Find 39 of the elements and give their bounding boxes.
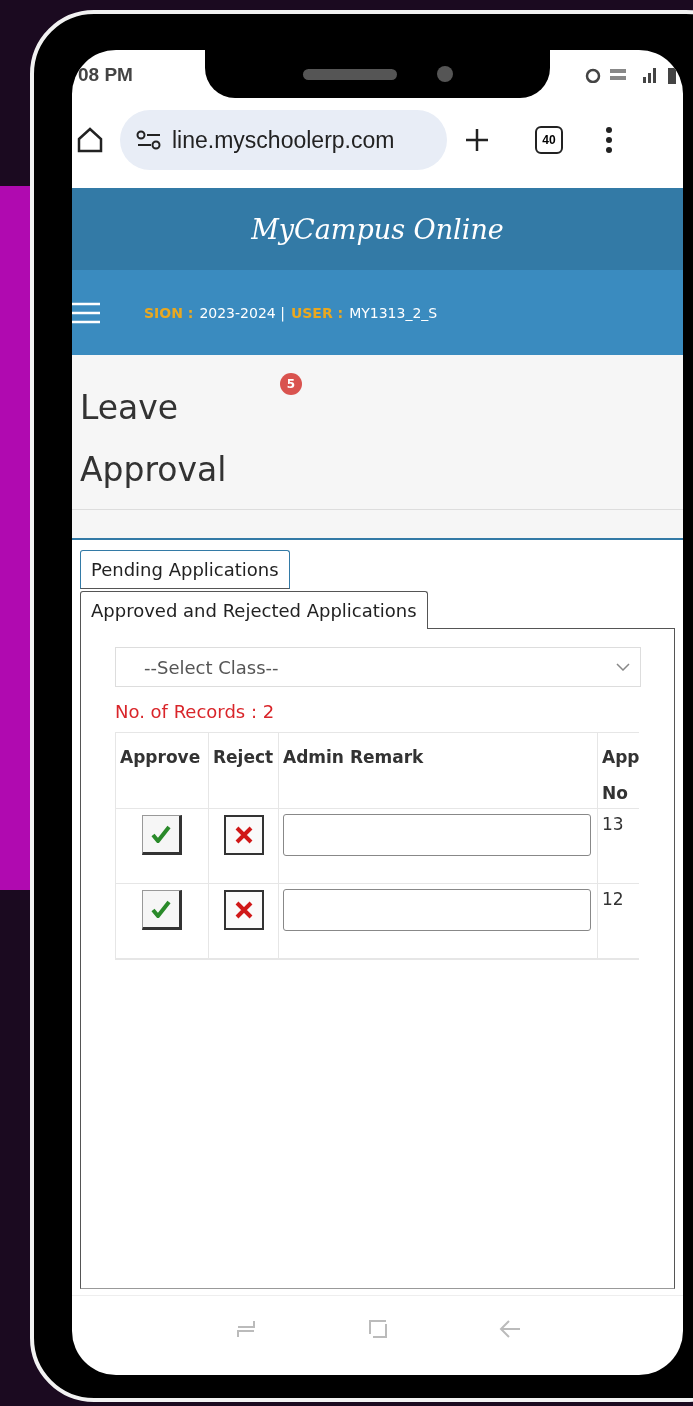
tab[interactable]: Approved and Rejected Applications (80, 591, 428, 629)
approve-button[interactable] (142, 890, 182, 930)
records-count: No. of Records : 2 (115, 701, 276, 722)
tune-icon (136, 130, 162, 150)
page-title: Leave Approval (80, 387, 228, 491)
plus-icon[interactable] (463, 126, 491, 154)
table-cell: 12 (597, 884, 639, 959)
checkmark-icon (151, 900, 171, 918)
cross-icon (234, 901, 253, 919)
session-value: 2023-2024 | (199, 304, 285, 321)
user-value: MY1313_2_S (349, 304, 438, 321)
tab-count[interactable]: 40 (535, 126, 563, 154)
remark-input[interactable] (283, 814, 591, 856)
battery-icon (667, 65, 677, 84)
user-label: USER : (290, 304, 344, 321)
checkmark-icon (151, 825, 171, 843)
home-icon[interactable] (76, 126, 104, 154)
approve-button[interactable] (142, 815, 182, 855)
reject-button[interactable] (223, 815, 264, 855)
column-header: Reject (208, 733, 278, 809)
class-select[interactable]: --Select Class-- (115, 647, 641, 687)
table-cell: 13 (597, 809, 639, 884)
column-header: App No (597, 733, 639, 809)
column-header: Approve (115, 733, 208, 809)
menu-icon[interactable] (605, 126, 613, 154)
cross-icon (234, 826, 253, 844)
status-time: 08 PM (78, 63, 133, 86)
remark-input[interactable] (283, 889, 591, 931)
alarm-icon (585, 66, 601, 83)
url-bar[interactable]: line.myschoolerp.com (120, 110, 447, 170)
select-placeholder: --Select Class-- (144, 656, 279, 678)
tab[interactable]: Pending Applications (80, 550, 290, 589)
reject-button[interactable] (223, 890, 264, 930)
column-header: Admin Remark (278, 733, 597, 809)
app-title: MyCampus Online (251, 213, 504, 245)
chevron-down-icon (616, 663, 630, 671)
session-label: SION : (144, 304, 194, 321)
url-text: line.myschoolerp.com (172, 126, 395, 154)
notification-badge: 5 (280, 373, 302, 395)
